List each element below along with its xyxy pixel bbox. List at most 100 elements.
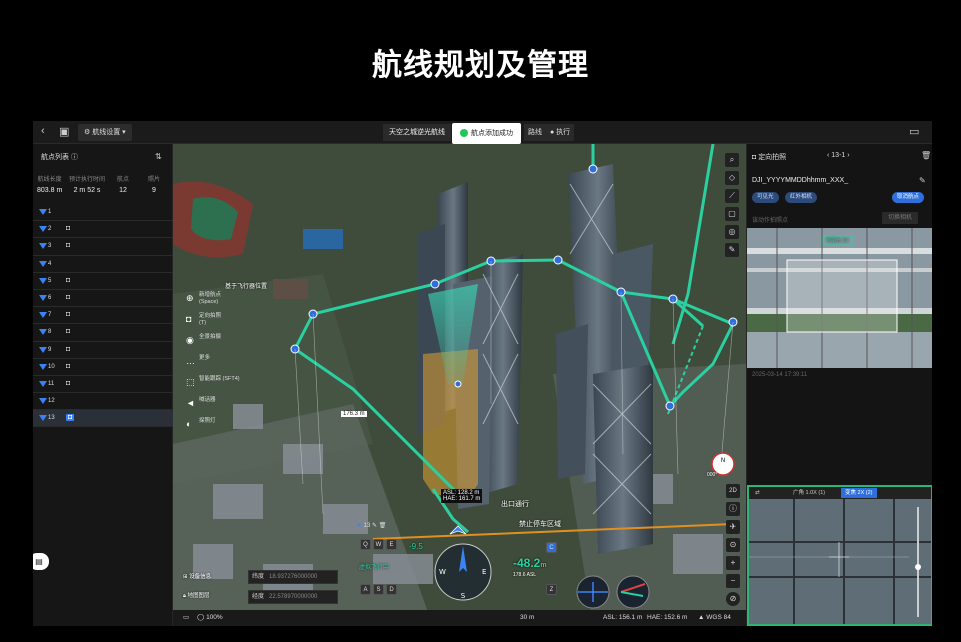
top-bar: ‹ ▣ ⚙ 航线设置 ▾ 天空之城逆光航线 航点添加成功 路线 ● 执行 ▭ [33,121,932,144]
switch-camera-button[interactable]: 切换相机 [882,212,919,224]
key-w[interactable]: W [373,539,384,550]
waypoint-number: 8 [48,329,52,336]
waypoint-number: 11 [48,380,55,387]
search-icon[interactable]: ⌕ [725,153,739,167]
waypoint-row[interactable]: 6 ◘ [33,290,173,308]
target-icon[interactable]: ◎ [725,225,739,239]
reorder-icon[interactable]: ⇅ [155,152,162,161]
info-icon[interactable]: ⓘ [726,502,740,516]
waypoint-row[interactable]: 11 ◘ [33,376,173,394]
waypoint-row[interactable]: 9 ◘ [33,342,173,359]
map-3d-view[interactable]: S W E N 基于飞行器位置 ⊕ 新增航点 (Space) ◘ 定向拍照 (T) ◉ 全… [173,144,746,626]
key-c-btn[interactable]: C [546,542,557,553]
plane-icon[interactable]: ✈ [726,520,740,534]
pin-icon[interactable]: ◇ [725,171,739,185]
ctx-light[interactable]: ◐ 探照灯 [183,418,253,439]
zoom-out-icon[interactable]: − [726,574,740,588]
sim-button[interactable]: 路线 [524,124,546,141]
camera-icon: ◘ [66,328,71,336]
waypoint-row[interactable]: 5 ◘ [33,273,173,290]
waypoint-row[interactable]: 2 ◘ [33,221,173,239]
exec-button[interactable]: ● 执行 [546,124,575,141]
longitude-field[interactable]: 经度 22.578970000000 [248,590,338,604]
waypoint-number: 7 [48,312,52,319]
waypoint-row[interactable]: 10 ◘ [33,359,173,376]
stat-waypoints: 航点 12 [117,177,130,194]
waypoint-row[interactable]: 7 ◘ [33,307,173,325]
key-e[interactable]: E [386,539,397,550]
camera-icon: ◘ [66,225,71,233]
cancel-waypoint-button[interactable]: 取消航点 [892,192,925,203]
trash-icon[interactable]: 🗑 [921,151,931,160]
page-title: 航线规划及管理 [372,48,589,83]
waypoint-icon [39,294,47,301]
edit-icon[interactable]: ✎ [372,523,377,529]
next-icon[interactable]: › [845,152,849,159]
route-name[interactable]: 天空之城逆光航线 [383,124,451,141]
waypoint-icon [39,346,47,353]
screen-icon[interactable]: ▭ [909,125,919,138]
panorama-icon: ◉ [186,335,194,345]
waypoint-row[interactable]: 13 ◘ [33,410,173,428]
measure-icon[interactable]: ⟋ [725,189,739,203]
map-tools-lower: 2D ⓘ ✈ ⊙ + − ⊘ [726,484,742,610]
info-icon[interactable]: ⓘ [71,154,78,161]
action-nav: ‹ 13-1 › [827,152,850,159]
live-view[interactable]: ⇄ 广角 1.0X (1) 变焦 2X (2) [747,485,932,626]
draw-icon[interactable]: ✎ [725,243,739,257]
edit-icon[interactable]: ✎ [919,176,926,185]
device-info-button[interactable]: ⊞ 设备信息 [183,572,211,580]
ctx-add-waypoint[interactable]: ⊕ 新增航点 (Space) [183,292,253,313]
key-d[interactable]: D [386,584,397,595]
waypoint-icon [39,260,47,267]
waypoint-row[interactable]: 12 [33,393,173,411]
key-s[interactable]: S [373,584,384,595]
ctx-speaker[interactable]: ◄ 喊话器 [183,397,253,418]
locate-icon[interactable]: ⊙ [726,538,740,552]
route-settings-select[interactable]: ⚙ 航线设置 ▾ [78,124,132,141]
tab-wide[interactable]: 广角 1.0X (1) [789,488,829,498]
asl-readout: ASL: 156.1 m [603,614,643,621]
waypoint-list: 1 2 ◘ 3 ◘ 4 5 ◘ 6 ◘ 7 ◘ 8 ◘ 9 ◘ 10 ◘ 11 ◘ 12 13 ◘ [33,204,173,428]
speed-readout: -9.5 [409,542,423,551]
swap-icon[interactable]: ⇄ [751,488,764,498]
key-q[interactable]: Q [360,539,371,550]
compass-icon[interactable]: ⊘ [726,592,740,606]
more-icon: … [186,356,195,366]
status-bar: ▭ ◯ 100% 30 m ASL: 156.1 m HAE: 152.6 m … [173,610,746,626]
map-layer-button[interactable]: 🔒︎ 地图图层 [183,591,209,600]
ctx-panorama[interactable]: ◉ 全景拍摄 [183,334,253,355]
waypoint-list-title: 航点列表 ⓘ [41,154,78,161]
tab-zoom[interactable]: 变焦 2X (2) [841,488,877,498]
waypoint-row[interactable]: 8 ◘ [33,324,173,342]
tag-infrared[interactable]: 红外相机 [785,192,818,203]
chat-icon[interactable]: ▤ [33,553,49,570]
area-icon[interactable]: ▢ [725,207,739,221]
zoom-in-icon[interactable]: + [726,556,740,570]
mode-2d-button[interactable]: 2D [726,484,740,498]
latitude-field[interactable]: 纬度 18.937276000000 [248,570,338,584]
ctx-title: 基于飞行器位置 [225,284,268,290]
tag-visible[interactable]: 可见光 [752,192,779,203]
camera-icon: ◘ [66,311,71,319]
back-icon[interactable]: ‹ [41,125,45,137]
save-icon[interactable]: ▣ [59,125,69,138]
toast-text: 航点添加成功 [471,130,513,137]
scale-readout: 30 m [520,614,535,621]
waypoint-row[interactable]: 3 ◘ [33,238,173,256]
waypoint-number: 2 [48,226,52,233]
camera-icon: ◘ [66,293,71,301]
key-a[interactable]: A [360,584,371,595]
ctx-photo[interactable]: ◘ 定向拍照 (T) [183,313,253,334]
waypoint-icon: ▼ [356,523,362,529]
distance-label: 176.3 m [341,411,367,417]
speaker-icon: ◄ [186,398,195,408]
ctx-track[interactable]: ⬚ 智能跟踪 (SFT4) [183,376,253,397]
waypoint-row[interactable]: 4 [33,256,173,273]
waypoint-row[interactable]: 1 [33,204,173,222]
ctx-more[interactable]: … 更多 [183,355,253,376]
waypoint-number: 4 [48,260,52,267]
key-z-btn[interactable]: Z [546,584,557,595]
trash-icon[interactable]: 🗑 [379,523,387,529]
waypoint-number: 6 [48,294,52,301]
